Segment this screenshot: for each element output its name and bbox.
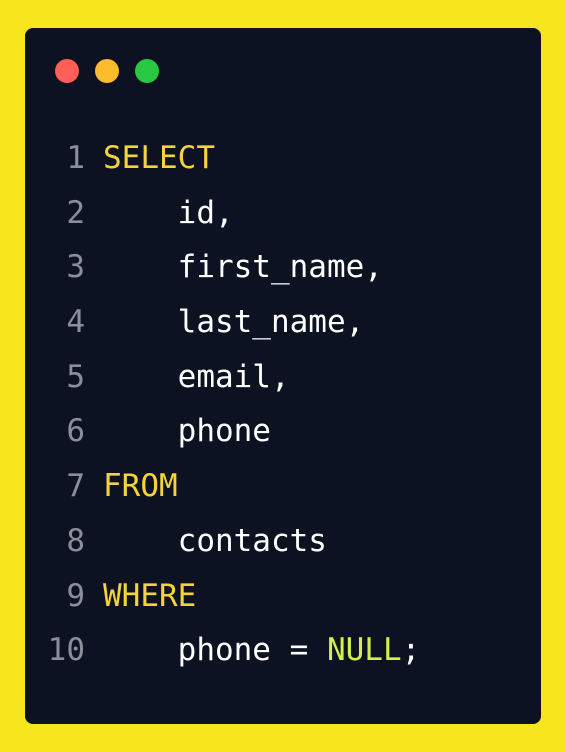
code-text: phone bbox=[103, 404, 541, 459]
code-token: phone bbox=[103, 413, 271, 450]
line-number: 2 bbox=[66, 194, 85, 231]
code-line: 1 SELECT bbox=[25, 131, 541, 186]
code-token: ; bbox=[401, 632, 421, 669]
line-number: 6 bbox=[66, 413, 85, 450]
code-text: email, bbox=[103, 350, 541, 405]
code-token: id, bbox=[103, 194, 234, 231]
code-text: first_name, bbox=[103, 240, 541, 295]
sql-keyword: WHERE bbox=[103, 577, 197, 614]
code-text: FROM bbox=[103, 459, 541, 514]
sql-keyword: SELECT bbox=[103, 140, 215, 176]
code-line: 9 WHERE bbox=[25, 569, 541, 624]
code-line: 2 id, bbox=[25, 186, 541, 241]
code-text: last_name, bbox=[103, 295, 541, 350]
code-line: 7 FROM bbox=[25, 459, 541, 514]
code-text: WHERE bbox=[103, 569, 541, 624]
minimize-dot-icon[interactable] bbox=[95, 59, 119, 83]
close-dot-icon[interactable] bbox=[55, 59, 79, 83]
code-line: 8 contacts bbox=[25, 514, 541, 569]
line-number: 5 bbox=[66, 358, 85, 395]
sql-keyword: FROM bbox=[103, 468, 178, 505]
code-block: 1 SELECT 2 id, 3 first_name, 4 last_name, 5 e… bbox=[25, 131, 541, 678]
line-number: 8 bbox=[66, 522, 85, 559]
maximize-dot-icon[interactable] bbox=[135, 59, 159, 83]
window-controls bbox=[55, 59, 159, 83]
code-text: id, bbox=[103, 186, 541, 241]
code-token: email, bbox=[103, 358, 290, 395]
code-window: 1 SELECT 2 id, 3 first_name, 4 last_name, 5 e… bbox=[25, 28, 541, 724]
code-token: first_name, bbox=[103, 249, 383, 286]
code-token: contacts bbox=[103, 522, 327, 559]
code-token: phone = bbox=[103, 632, 327, 669]
code-line: 5 email, bbox=[25, 350, 541, 405]
line-number: 3 bbox=[66, 249, 85, 286]
sql-literal: NULL bbox=[326, 632, 402, 669]
code-line: 10 phone = NULL; bbox=[25, 623, 541, 678]
code-line: 3 first_name, bbox=[25, 240, 541, 295]
line-number: 1 bbox=[66, 140, 85, 176]
code-text: SELECT bbox=[103, 131, 541, 186]
line-number: 4 bbox=[66, 304, 85, 341]
line-number: 9 bbox=[66, 577, 85, 614]
code-line: 6 phone bbox=[25, 404, 541, 459]
code-text: phone = NULL; bbox=[103, 623, 541, 678]
code-text: contacts bbox=[103, 514, 541, 569]
code-token: last_name, bbox=[103, 304, 365, 341]
code-line: 4 last_name, bbox=[25, 295, 541, 350]
line-number: 10 bbox=[47, 632, 85, 669]
line-number: 7 bbox=[66, 468, 85, 505]
